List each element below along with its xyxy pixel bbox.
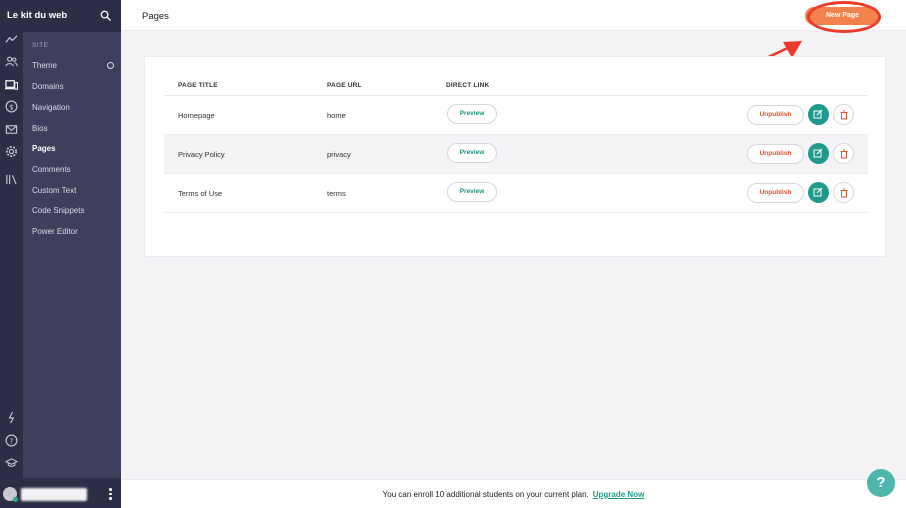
trash-icon — [840, 110, 848, 120]
plan-message-container: You can enroll 10 additional students on… — [121, 490, 906, 499]
sidebar-item-code-snippets[interactable]: Code Snippets — [32, 206, 84, 215]
graduation-cap-icon[interactable] — [5, 456, 18, 469]
sidebar-item-navigation[interactable]: Navigation — [32, 103, 70, 112]
new-page-button[interactable]: New Page — [805, 7, 880, 25]
unpublish-button[interactable]: Unpublish — [747, 183, 804, 203]
icon-rail — [0, 0, 23, 508]
delete-button[interactable] — [833, 143, 854, 164]
trash-icon — [840, 188, 848, 198]
delete-button[interactable] — [833, 182, 854, 203]
mail-icon[interactable] — [5, 123, 18, 136]
more-options-icon[interactable] — [109, 488, 113, 501]
sidebar-item-custom-text[interactable]: Custom Text — [32, 186, 76, 195]
school-name[interactable]: Le kit du web — [7, 10, 67, 21]
preview-button[interactable]: Preview — [447, 182, 497, 202]
edit-icon — [813, 187, 823, 197]
page-title: Pages — [142, 11, 169, 22]
edit-icon — [813, 109, 823, 119]
page-title-cell[interactable]: Homepage — [178, 111, 215, 120]
section-label-site: SITE — [32, 42, 49, 49]
user-name-redacted — [21, 488, 87, 501]
library-icon[interactable] — [5, 173, 18, 186]
column-header-page-title: PAGE TITLE — [178, 82, 218, 89]
edit-button[interactable] — [808, 182, 829, 203]
sidebar-item-pages[interactable]: Pages — [32, 144, 56, 153]
sidebar-item-domains[interactable]: Domains — [32, 82, 64, 91]
help-chat-button[interactable]: ? — [867, 469, 895, 497]
preview-button[interactable]: Preview — [447, 104, 497, 124]
unpublish-button[interactable]: Unpublish — [747, 105, 804, 125]
top-bar: Pages New Page — [121, 0, 906, 31]
preview-button[interactable]: Preview — [447, 143, 497, 163]
column-header-page-url: PAGE URL — [327, 82, 362, 89]
sidebar-item-comments[interactable]: Comments — [32, 165, 71, 174]
page-url-cell: privacy — [327, 150, 351, 159]
table-row: Privacy Policy privacy Preview Unpublish — [164, 135, 868, 174]
search-icon[interactable] — [100, 10, 111, 21]
table-row: Homepage home Preview Unpublish — [164, 96, 868, 135]
lightning-icon[interactable] — [5, 411, 18, 424]
sidebar-item-theme[interactable]: Theme — [32, 61, 57, 70]
trash-icon — [840, 149, 848, 159]
page-title-cell[interactable]: Terms of Use — [178, 189, 222, 198]
analytics-icon[interactable] — [5, 33, 18, 46]
svg-text:?: ? — [10, 436, 14, 445]
unpublish-button[interactable]: Unpublish — [747, 144, 804, 164]
edit-button[interactable] — [808, 104, 829, 125]
status-circle-icon — [107, 62, 114, 69]
edit-icon — [813, 148, 823, 158]
sidebar: Le kit du web $ ? SITE Theme Domains Nav… — [0, 0, 121, 508]
sidebar-header: Le kit du web — [0, 0, 121, 32]
plan-message: You can enroll 10 additional students on… — [382, 490, 589, 499]
page-title-cell[interactable]: Privacy Policy — [178, 150, 225, 159]
table-row: Terms of Use terms Preview Unpublish — [164, 174, 868, 213]
page-url-cell: terms — [327, 189, 346, 198]
plan-banner: You can enroll 10 additional students on… — [121, 479, 906, 508]
dollar-icon[interactable]: $ — [5, 100, 18, 113]
gear-icon[interactable] — [5, 145, 18, 158]
pages-table-card: PAGE TITLE PAGE URL DIRECT LINK Homepage… — [144, 56, 886, 257]
users-icon[interactable] — [5, 55, 18, 68]
online-status-dot — [13, 497, 18, 502]
upgrade-now-link[interactable]: Upgrade Now — [593, 490, 645, 499]
delete-button[interactable] — [833, 104, 854, 125]
column-header-direct-link: DIRECT LINK — [446, 82, 490, 89]
help-circle-icon[interactable]: ? — [5, 434, 18, 447]
sidebar-item-power-editor[interactable]: Power Editor — [32, 227, 78, 236]
svg-text:$: $ — [9, 102, 14, 111]
edit-button[interactable] — [808, 143, 829, 164]
devices-icon[interactable] — [5, 78, 18, 91]
page-url-cell: home — [327, 111, 346, 120]
sidebar-item-bios[interactable]: Bios — [32, 124, 48, 133]
